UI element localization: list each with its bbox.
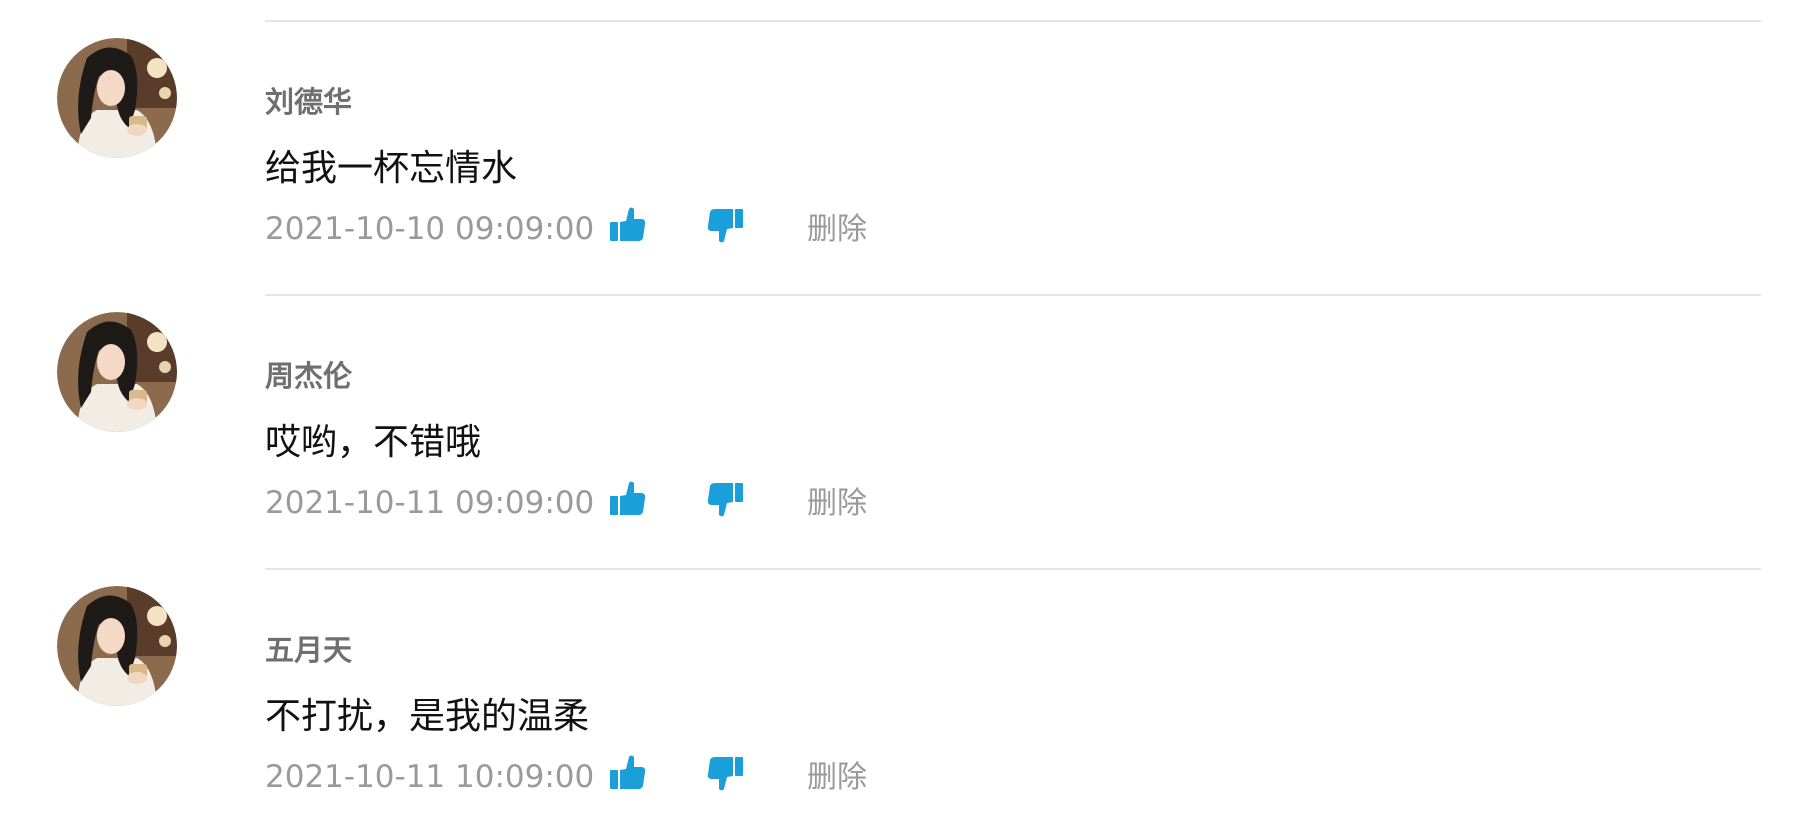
divider [265, 568, 1761, 570]
comment-meta: 2021-10-11 10:09:00 删除 [265, 751, 1065, 801]
thumbs-down-icon[interactable] [705, 479, 745, 519]
thumbs-up-icon[interactable] [608, 205, 648, 245]
thumbs-up-icon[interactable] [608, 479, 648, 519]
comment-content: 不打扰，是我的温柔 [265, 696, 590, 737]
thumbs-down-icon[interactable] [705, 205, 745, 245]
avatar [57, 38, 177, 158]
comment-content: 给我一杯忘情水 [265, 148, 518, 189]
comment-author: 刘德华 [265, 85, 353, 119]
comment-time: 2021-10-11 09:09:00 [265, 485, 595, 521]
comment-author: 五月天 [265, 633, 353, 667]
comment-item: 刘德华 给我一杯忘情水 2021-10-10 09:09:00 删除 [0, 20, 1796, 292]
thumbs-up-icon[interactable] [608, 753, 648, 793]
delete-button[interactable]: 删除 [807, 210, 867, 250]
avatar [57, 586, 177, 706]
comment-meta: 2021-10-11 09:09:00 删除 [265, 477, 1065, 527]
delete-button[interactable]: 删除 [807, 484, 867, 524]
comment-time: 2021-10-10 09:09:00 [265, 211, 595, 247]
comment-time: 2021-10-11 10:09:00 [265, 759, 595, 795]
divider [265, 294, 1761, 296]
comment-meta: 2021-10-10 09:09:00 删除 [265, 203, 1065, 253]
avatar [57, 312, 177, 432]
comment-item: 周杰伦 哎哟，不错哦 2021-10-11 09:09:00 删除 [0, 294, 1796, 566]
divider [265, 20, 1761, 22]
comment-content: 哎哟，不错哦 [265, 422, 482, 463]
delete-button[interactable]: 删除 [807, 758, 867, 798]
comment-item: 五月天 不打扰，是我的温柔 2021-10-11 10:09:00 删除 [0, 568, 1796, 840]
thumbs-down-icon[interactable] [705, 753, 745, 793]
comment-author: 周杰伦 [265, 359, 353, 393]
